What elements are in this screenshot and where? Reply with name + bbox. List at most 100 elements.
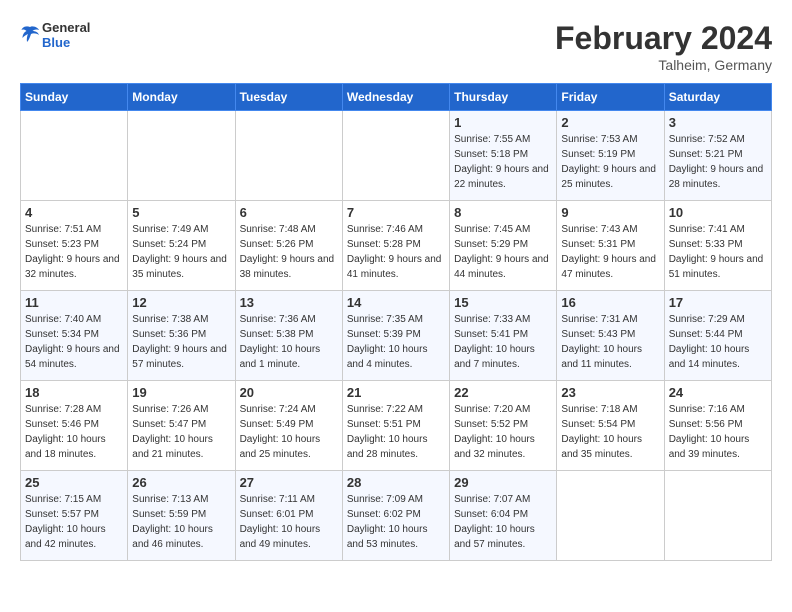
day-number: 6 (240, 205, 338, 220)
day-number: 25 (25, 475, 123, 490)
weekday-header-friday: Friday (557, 84, 664, 111)
calendar-cell: 29 Sunrise: 7:07 AMSunset: 6:04 PMDayligh… (450, 471, 557, 561)
weekday-header-row: SundayMondayTuesdayWednesdayThursdayFrid… (21, 84, 772, 111)
bird-icon (20, 23, 40, 43)
day-info: Sunrise: 7:09 AMSunset: 6:02 PMDaylight:… (347, 492, 445, 552)
day-number: 11 (25, 295, 123, 310)
day-info: Sunrise: 7:49 AMSunset: 5:24 PMDaylight:… (132, 222, 230, 282)
day-info: Sunrise: 7:22 AMSunset: 5:51 PMDaylight:… (347, 402, 445, 462)
calendar-cell: 24 Sunrise: 7:16 AMSunset: 5:56 PMDayligh… (664, 381, 771, 471)
calendar-cell: 5 Sunrise: 7:49 AMSunset: 5:24 PMDaylight… (128, 201, 235, 291)
calendar-cell: 23 Sunrise: 7:18 AMSunset: 5:54 PMDayligh… (557, 381, 664, 471)
day-info: Sunrise: 7:36 AMSunset: 5:38 PMDaylight:… (240, 312, 338, 372)
calendar-cell (342, 111, 449, 201)
calendar-cell: 27Sunrise: 7:11 AMSunset: 6:01 PMDayligh… (235, 471, 342, 561)
day-info: Sunrise: 7:52 AMSunset: 5:21 PMDaylight:… (669, 132, 767, 192)
day-number: 23 (561, 385, 659, 400)
weekday-header-wednesday: Wednesday (342, 84, 449, 111)
day-number: 16 (561, 295, 659, 310)
day-number: 7 (347, 205, 445, 220)
day-number: 10 (669, 205, 767, 220)
weekday-header-thursday: Thursday (450, 84, 557, 111)
calendar-cell: 14Sunrise: 7:35 AMSunset: 5:39 PMDayligh… (342, 291, 449, 381)
day-number: 8 (454, 205, 552, 220)
day-number: 5 (132, 205, 230, 220)
day-number: 18 (25, 385, 123, 400)
day-info: Sunrise: 7:13 AMSunset: 5:59 PMDaylight:… (132, 492, 230, 552)
week-row-5: 25 Sunrise: 7:15 AMSunset: 5:57 PMDayligh… (21, 471, 772, 561)
calendar-cell (128, 111, 235, 201)
day-number: 13 (240, 295, 338, 310)
logo-blue-text: Blue (42, 35, 90, 50)
calendar-cell: 16 Sunrise: 7:31 AMSunset: 5:43 PMDayligh… (557, 291, 664, 381)
day-info: Sunrise: 7:41 AMSunset: 5:33 PMDaylight:… (669, 222, 767, 282)
calendar-cell: 1Sunrise: 7:55 AMSunset: 5:18 PMDaylight… (450, 111, 557, 201)
page-header: General Blue February 2024 Talheim, Germ… (20, 20, 772, 73)
calendar-cell: 12 Sunrise: 7:38 AMSunset: 5:36 PMDayligh… (128, 291, 235, 381)
week-row-1: 1Sunrise: 7:55 AMSunset: 5:18 PMDaylight… (21, 111, 772, 201)
logo-general-text: General (42, 20, 90, 35)
calendar-cell: 9Sunrise: 7:43 AMSunset: 5:31 PMDaylight… (557, 201, 664, 291)
day-info: Sunrise: 7:11 AMSunset: 6:01 PMDaylight:… (240, 492, 338, 552)
day-info: Sunrise: 7:33 AMSunset: 5:41 PMDaylight:… (454, 312, 552, 372)
week-row-3: 11 Sunrise: 7:40 AMSunset: 5:34 PMDayligh… (21, 291, 772, 381)
day-number: 19 (132, 385, 230, 400)
weekday-header-sunday: Sunday (21, 84, 128, 111)
day-number: 24 (669, 385, 767, 400)
day-number: 29 (454, 475, 552, 490)
day-info: Sunrise: 7:40 AMSunset: 5:34 PMDaylight:… (25, 312, 123, 372)
month-title: February 2024 (555, 20, 772, 57)
day-info: Sunrise: 7:07 AMSunset: 6:04 PMDaylight:… (454, 492, 552, 552)
calendar-cell (21, 111, 128, 201)
calendar-cell: 7 Sunrise: 7:46 AMSunset: 5:28 PMDaylight… (342, 201, 449, 291)
day-info: Sunrise: 7:16 AMSunset: 5:56 PMDaylight:… (669, 402, 767, 462)
calendar-cell: 3Sunrise: 7:52 AMSunset: 5:21 PMDaylight… (664, 111, 771, 201)
calendar-cell: 8 Sunrise: 7:45 AMSunset: 5:29 PMDaylight… (450, 201, 557, 291)
calendar-cell: 2 Sunrise: 7:53 AMSunset: 5:19 PMDaylight… (557, 111, 664, 201)
calendar-cell: 25 Sunrise: 7:15 AMSunset: 5:57 PMDayligh… (21, 471, 128, 561)
day-number: 20 (240, 385, 338, 400)
calendar-cell: 20Sunrise: 7:24 AMSunset: 5:49 PMDayligh… (235, 381, 342, 471)
day-number: 4 (25, 205, 123, 220)
location: Talheim, Germany (555, 57, 772, 73)
day-number: 14 (347, 295, 445, 310)
calendar-cell: 13 Sunrise: 7:36 AMSunset: 5:38 PMDayligh… (235, 291, 342, 381)
day-info: Sunrise: 7:15 AMSunset: 5:57 PMDaylight:… (25, 492, 123, 552)
day-number: 2 (561, 115, 659, 130)
day-info: Sunrise: 7:51 AMSunset: 5:23 PMDaylight:… (25, 222, 123, 282)
weekday-header-saturday: Saturday (664, 84, 771, 111)
day-number: 17 (669, 295, 767, 310)
calendar-cell: 4 Sunrise: 7:51 AMSunset: 5:23 PMDaylight… (21, 201, 128, 291)
day-number: 9 (561, 205, 659, 220)
day-number: 15 (454, 295, 552, 310)
week-row-2: 4 Sunrise: 7:51 AMSunset: 5:23 PMDaylight… (21, 201, 772, 291)
day-info: Sunrise: 7:28 AMSunset: 5:46 PMDaylight:… (25, 402, 123, 462)
day-number: 28 (347, 475, 445, 490)
calendar-cell: 10 Sunrise: 7:41 AMSunset: 5:33 PMDayligh… (664, 201, 771, 291)
calendar-cell (557, 471, 664, 561)
day-info: Sunrise: 7:38 AMSunset: 5:36 PMDaylight:… (132, 312, 230, 372)
calendar-cell: 21 Sunrise: 7:22 AMSunset: 5:51 PMDayligh… (342, 381, 449, 471)
day-info: Sunrise: 7:53 AMSunset: 5:19 PMDaylight:… (561, 132, 659, 192)
calendar-table: SundayMondayTuesdayWednesdayThursdayFrid… (20, 83, 772, 561)
day-number: 12 (132, 295, 230, 310)
day-info: Sunrise: 7:48 AMSunset: 5:26 PMDaylight:… (240, 222, 338, 282)
title-block: February 2024 Talheim, Germany (555, 20, 772, 73)
calendar-cell: 28 Sunrise: 7:09 AMSunset: 6:02 PMDayligh… (342, 471, 449, 561)
day-number: 21 (347, 385, 445, 400)
week-row-4: 18 Sunrise: 7:28 AMSunset: 5:46 PMDayligh… (21, 381, 772, 471)
calendar-cell: 6 Sunrise: 7:48 AMSunset: 5:26 PMDaylight… (235, 201, 342, 291)
calendar-cell: 11 Sunrise: 7:40 AMSunset: 5:34 PMDayligh… (21, 291, 128, 381)
calendar-cell: 26Sunrise: 7:13 AMSunset: 5:59 PMDayligh… (128, 471, 235, 561)
day-info: Sunrise: 7:18 AMSunset: 5:54 PMDaylight:… (561, 402, 659, 462)
day-info: Sunrise: 7:31 AMSunset: 5:43 PMDaylight:… (561, 312, 659, 372)
calendar-cell: 19Sunrise: 7:26 AMSunset: 5:47 PMDayligh… (128, 381, 235, 471)
weekday-header-monday: Monday (128, 84, 235, 111)
calendar-cell (235, 111, 342, 201)
day-info: Sunrise: 7:46 AMSunset: 5:28 PMDaylight:… (347, 222, 445, 282)
day-info: Sunrise: 7:45 AMSunset: 5:29 PMDaylight:… (454, 222, 552, 282)
day-info: Sunrise: 7:20 AMSunset: 5:52 PMDaylight:… (454, 402, 552, 462)
calendar-cell: 18 Sunrise: 7:28 AMSunset: 5:46 PMDayligh… (21, 381, 128, 471)
weekday-header-tuesday: Tuesday (235, 84, 342, 111)
day-number: 22 (454, 385, 552, 400)
